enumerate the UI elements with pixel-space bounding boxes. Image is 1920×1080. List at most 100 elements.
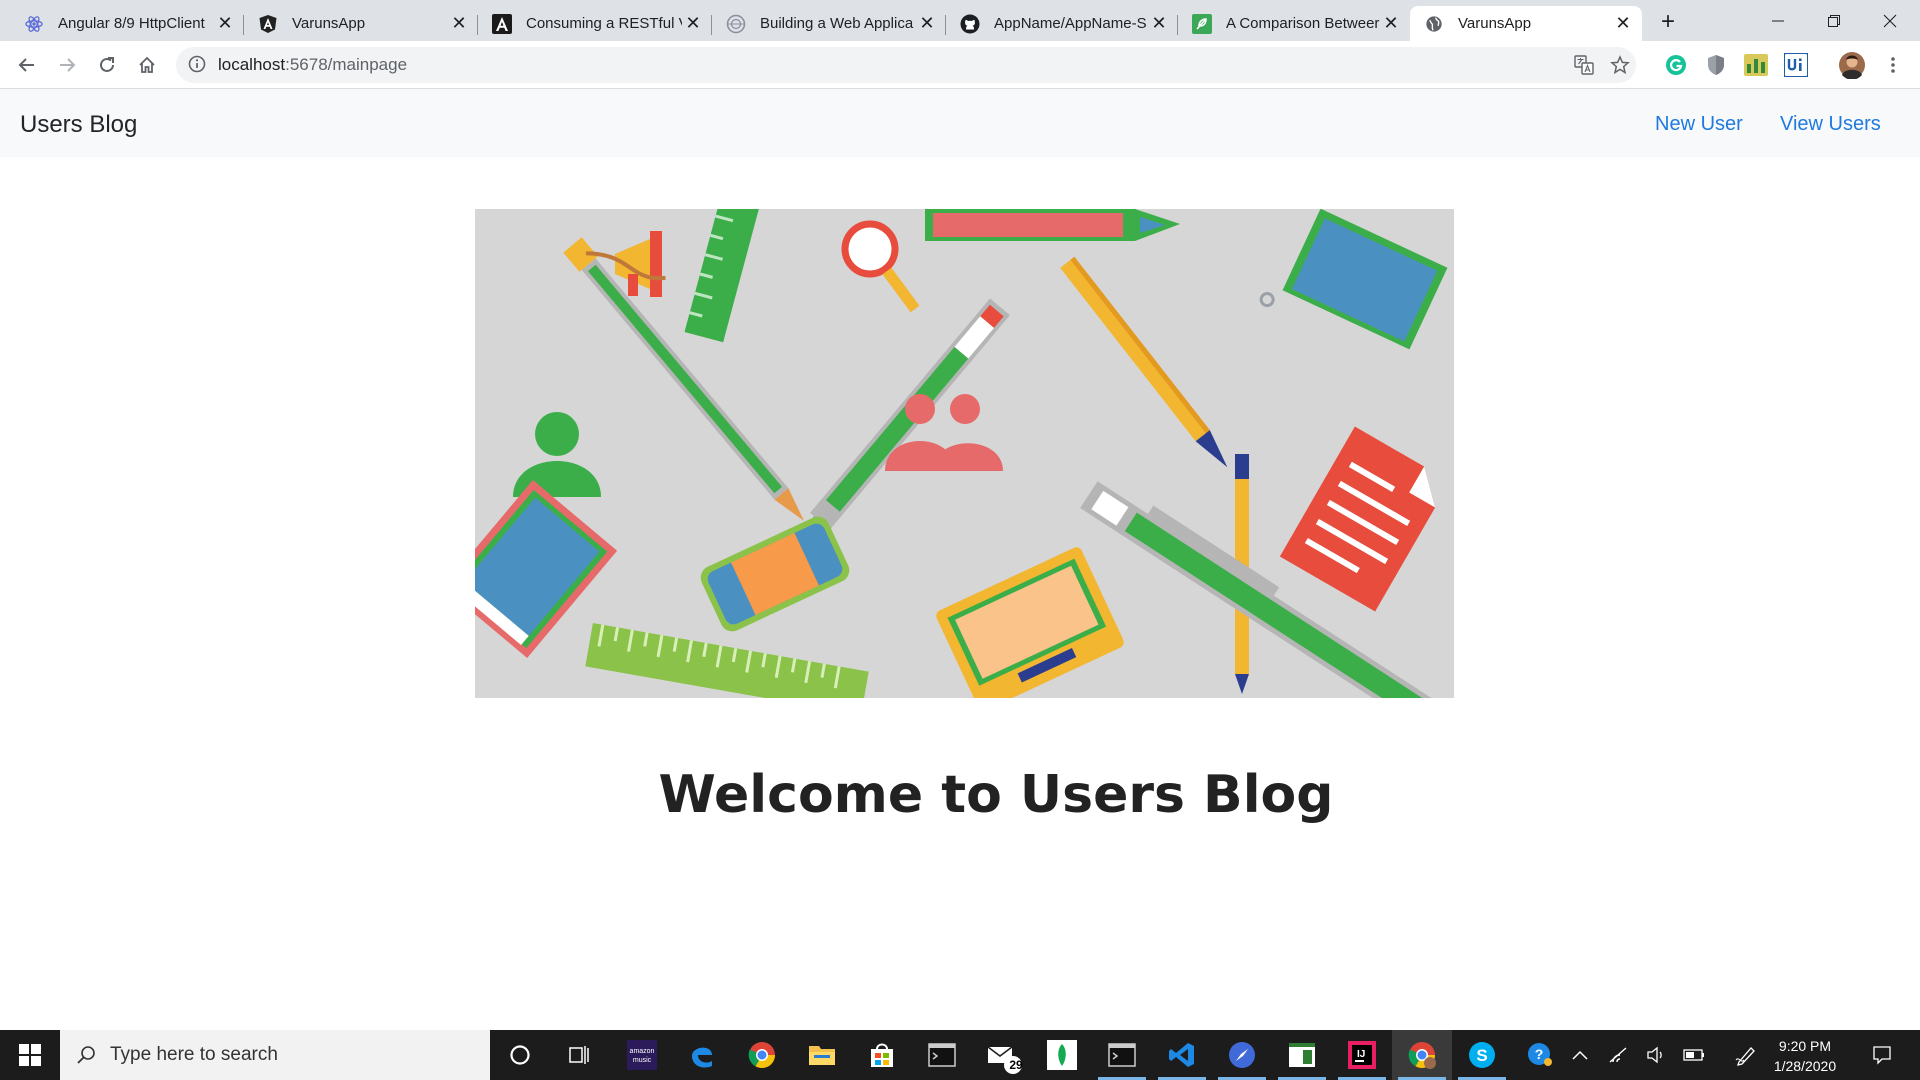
brand-title[interactable]: Users Blog [20, 111, 137, 139]
tab-angular-httpclient[interactable]: Angular 8/9 HttpClient ✕ [10, 6, 244, 41]
compass-icon [1229, 1042, 1255, 1068]
notification-icon [1873, 1046, 1891, 1065]
tab-consuming-restful[interactable]: Consuming a RESTful V ✕ [478, 6, 712, 41]
close-tab-icon[interactable]: ✕ [1612, 13, 1634, 35]
new-user-link[interactable]: New User [1655, 113, 1743, 136]
intellij-icon: IJ [1348, 1041, 1376, 1069]
show-hidden-icons-button[interactable] [1562, 1030, 1598, 1080]
task-view-icon [569, 1046, 589, 1064]
site-info-icon[interactable] [188, 55, 206, 78]
chrome-app[interactable] [732, 1030, 792, 1080]
hero-illustration [475, 209, 1454, 698]
new-tab-button[interactable]: + [1652, 6, 1684, 38]
reload-button[interactable] [90, 48, 124, 82]
mongodb-app[interactable] [1032, 1030, 1092, 1080]
tab-varunsapp[interactable]: VarunsApp ✕ [244, 6, 478, 41]
reload-icon [100, 57, 114, 72]
close-tab-icon[interactable]: ✕ [1380, 13, 1402, 35]
tab-github-appname[interactable]: AppName/AppName-S ✕ [946, 6, 1178, 41]
url-text[interactable]: localhost:5678/mainpage [218, 55, 407, 75]
notepad-app[interactable] [1272, 1030, 1332, 1080]
cortana-button[interactable] [490, 1030, 550, 1080]
angular-icon [258, 14, 278, 34]
store-icon [871, 1043, 893, 1067]
skype-app[interactable]: S [1452, 1030, 1512, 1080]
wifi-icon [1609, 1047, 1627, 1063]
skype-icon: S [1469, 1042, 1495, 1068]
restore-button[interactable] [1806, 0, 1862, 41]
address-bar[interactable]: localhost:5678/mainpage [176, 47, 1636, 83]
edge-app[interactable] [672, 1030, 732, 1080]
chrome-app-active[interactable] [1392, 1030, 1452, 1080]
more-vertical-icon [1891, 57, 1895, 73]
view-users-link[interactable]: View Users [1780, 113, 1881, 136]
globe-site-icon [726, 14, 746, 34]
app-navbar: Users Blog New User View Users [0, 89, 1920, 157]
close-tab-icon[interactable]: ✕ [682, 13, 704, 35]
forward-button[interactable] [50, 48, 84, 82]
amazon-music-label: music [633, 1057, 652, 1064]
bookmark-star-icon[interactable] [1608, 53, 1632, 77]
intellij-app[interactable]: IJ [1332, 1030, 1392, 1080]
start-button[interactable] [0, 1030, 60, 1080]
chrome-profile-icon [1408, 1042, 1436, 1069]
close-tab-icon[interactable]: ✕ [448, 13, 470, 35]
chrome-menu-button[interactable] [1876, 48, 1910, 82]
tab-title: Building a Web Applica [760, 15, 914, 32]
help-tray-button[interactable]: ? [1520, 1030, 1560, 1080]
close-tab-icon[interactable]: ✕ [916, 13, 938, 35]
cortana-icon [510, 1045, 530, 1065]
tab-title: Angular 8/9 HttpClient [58, 15, 205, 32]
taskbar-search-box[interactable]: Type here to search [60, 1030, 490, 1080]
cmd-app[interactable] [1092, 1030, 1152, 1080]
feather-icon [1192, 13, 1212, 34]
globe-icon [1424, 14, 1444, 34]
window-app-icon [1289, 1043, 1315, 1067]
vscode-app[interactable] [1152, 1030, 1212, 1080]
mail-app[interactable]: 29 [972, 1030, 1032, 1080]
mongodb-leaf-icon [1047, 1040, 1077, 1070]
home-button[interactable] [130, 48, 164, 82]
taskbar-clock[interactable]: 9:20 PM 1/28/2020 [1760, 1036, 1850, 1076]
grammarly-icon[interactable] [1664, 53, 1688, 77]
close-window-button[interactable] [1862, 0, 1918, 41]
chart-extension-icon[interactable] [1744, 53, 1768, 77]
tab-title: AppName/AppName-S [994, 15, 1147, 32]
terminal-app[interactable] [912, 1030, 972, 1080]
volume-tray-button[interactable] [1638, 1030, 1674, 1080]
tab-title: Consuming a RESTful V [526, 15, 682, 32]
close-tab-icon[interactable]: ✕ [1148, 13, 1170, 35]
a-logo-icon [492, 13, 512, 34]
amazon-music-app[interactable]: amazon music [612, 1030, 672, 1080]
tab-varunsapp-active[interactable]: VarunsApp ✕ [1410, 6, 1642, 41]
tab-building-web-app[interactable]: Building a Web Applica ✕ [712, 6, 946, 41]
vscode-icon [1169, 1043, 1194, 1067]
shield-extension-icon[interactable] [1704, 53, 1728, 77]
action-center-button[interactable] [1862, 1030, 1902, 1080]
browser-tab-strip: Angular 8/9 HttpClient ✕ VarunsApp ✕ Con… [0, 0, 1920, 41]
search-placeholder: Type here to search [110, 1044, 278, 1065]
back-button[interactable] [10, 48, 44, 82]
close-tab-icon[interactable]: ✕ [214, 13, 236, 35]
translate-icon[interactable] [1572, 53, 1596, 77]
profile-avatar[interactable] [1838, 51, 1866, 79]
tab-comparison[interactable]: A Comparison Betweer ✕ [1178, 6, 1410, 41]
home-icon [139, 56, 155, 73]
store-app[interactable] [852, 1030, 912, 1080]
task-view-button[interactable] [550, 1030, 610, 1080]
browser-app[interactable] [1212, 1030, 1272, 1080]
mail-badge-count: 29 [1009, 1058, 1023, 1072]
battery-tray-button[interactable] [1676, 1030, 1712, 1080]
speaker-icon [1647, 1046, 1662, 1064]
uipath-extension-icon[interactable] [1784, 53, 1808, 77]
back-arrow-icon [18, 58, 34, 72]
minimize-button[interactable] [1750, 0, 1806, 41]
forward-arrow-icon [60, 58, 76, 72]
browser-toolbar: localhost:5678/mainpage [0, 41, 1920, 89]
file-explorer-app[interactable] [792, 1030, 852, 1080]
windows-logo-icon [19, 1044, 41, 1066]
folder-icon [809, 1046, 835, 1065]
network-tray-button[interactable] [1600, 1030, 1636, 1080]
pen-tray-button[interactable] [1728, 1030, 1764, 1080]
svg-text:?: ? [1535, 1046, 1544, 1062]
